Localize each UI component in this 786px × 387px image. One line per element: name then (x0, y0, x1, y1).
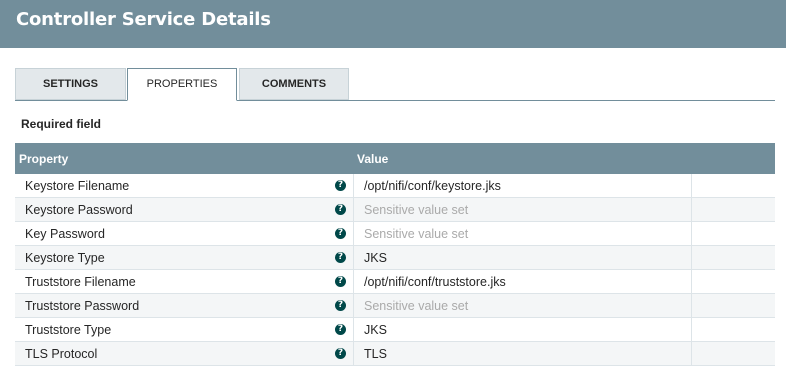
property-value[interactable]: /opt/nifi/conf/truststore.jks (364, 275, 506, 289)
dialog-header: Controller Service Details (0, 0, 786, 48)
question-circle-icon[interactable]: ? (335, 180, 346, 191)
property-name: Keystore Password (25, 203, 133, 217)
question-circle-icon[interactable]: ? (335, 300, 346, 311)
table-row: Keystore Type? JKS (15, 246, 775, 270)
property-value[interactable]: JKS (364, 251, 387, 265)
property-name: Key Password (25, 227, 105, 241)
column-divider (691, 342, 692, 366)
column-divider (691, 198, 692, 222)
table-body: Keystore Filename? /opt/nifi/conf/keystor… (15, 174, 775, 366)
column-divider (353, 270, 354, 294)
column-divider (691, 318, 692, 342)
property-value[interactable]: /opt/nifi/conf/keystore.jks (364, 179, 501, 193)
column-divider (691, 246, 692, 270)
property-value[interactable]: TLS (364, 347, 387, 361)
column-divider (353, 198, 354, 222)
property-name: Keystore Filename (25, 179, 130, 193)
table-row: Truststore Type? JKS (15, 318, 775, 342)
column-divider (353, 174, 354, 198)
question-circle-icon[interactable]: ? (335, 252, 346, 263)
table-header: Property Value (15, 143, 775, 174)
property-value[interactable]: JKS (364, 323, 387, 337)
required-field-label: Required field (21, 117, 102, 131)
property-value-sensitive[interactable]: Sensitive value set (364, 227, 468, 241)
table-row: Truststore Filename? /opt/nifi/conf/trust… (15, 270, 775, 294)
tab-bar: SETTINGS PROPERTIES COMMENTS (15, 68, 775, 101)
column-divider (353, 342, 354, 366)
question-circle-icon[interactable]: ? (335, 348, 346, 359)
table-row: Keystore Password? Sensitive value set (15, 198, 775, 222)
column-divider (691, 270, 692, 294)
property-value-sensitive[interactable]: Sensitive value set (364, 203, 468, 217)
question-circle-icon[interactable]: ? (335, 276, 346, 287)
column-divider (353, 318, 354, 342)
dialog-title: Controller Service Details (16, 9, 271, 30)
column-divider (691, 294, 692, 318)
property-name: TLS Protocol (25, 347, 98, 361)
question-circle-icon[interactable]: ? (335, 324, 346, 335)
property-name: Truststore Password (25, 299, 140, 313)
property-value-sensitive[interactable]: Sensitive value set (364, 299, 468, 313)
column-divider (691, 174, 692, 198)
column-divider (353, 222, 354, 246)
table-row: TLS Protocol? TLS (15, 342, 775, 366)
table-row: Key Password? Sensitive value set (15, 222, 775, 246)
tab-settings[interactable]: SETTINGS (15, 68, 126, 100)
column-header-value[interactable]: Value (357, 152, 388, 166)
column-divider (353, 294, 354, 318)
property-name: Keystore Type (25, 251, 105, 265)
column-divider (691, 222, 692, 246)
tab-properties[interactable]: PROPERTIES (127, 68, 237, 101)
column-divider (353, 246, 354, 270)
question-circle-icon[interactable]: ? (335, 204, 346, 215)
table-row: Truststore Password? Sensitive value set (15, 294, 775, 318)
table-row: Keystore Filename? /opt/nifi/conf/keystor… (15, 174, 775, 198)
tab-comments[interactable]: COMMENTS (239, 68, 349, 100)
property-name: Truststore Filename (25, 275, 136, 289)
properties-table: Property Value Keystore Filename? /opt/ni… (15, 143, 775, 366)
property-name: Truststore Type (25, 323, 112, 337)
question-circle-icon[interactable]: ? (335, 228, 346, 239)
column-header-property[interactable]: Property (19, 152, 68, 166)
